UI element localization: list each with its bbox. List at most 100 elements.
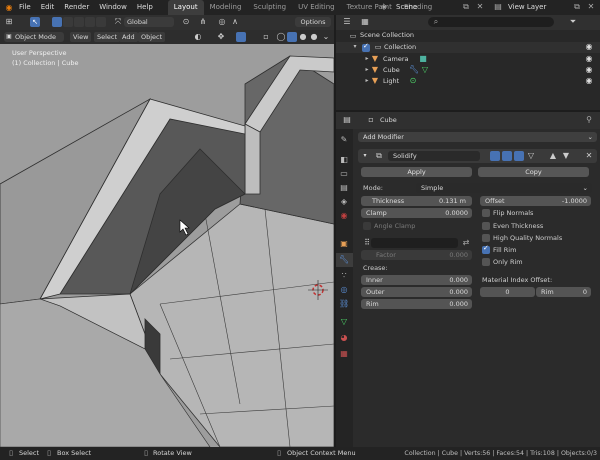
select-mode-subtract-icon[interactable] xyxy=(74,17,84,27)
tab-uv-editing[interactable]: UV Editing xyxy=(292,0,341,15)
menu-render[interactable]: Render xyxy=(59,0,94,15)
menu-help[interactable]: Help xyxy=(132,0,158,15)
menu-file[interactable]: File xyxy=(14,0,36,15)
tab-render-icon[interactable]: ◧ xyxy=(339,155,349,165)
viewport-menu-select[interactable]: Select xyxy=(94,32,121,42)
viewport-menu-view[interactable]: View xyxy=(70,32,92,42)
new-scene-icon[interactable]: ⧉ xyxy=(461,2,471,12)
collection-label[interactable]: Collection xyxy=(384,42,416,53)
tab-physics-icon[interactable]: ◎ xyxy=(339,285,349,295)
only-rim-checkbox[interactable] xyxy=(482,258,490,266)
collection-expand-icon[interactable]: ▾ xyxy=(350,42,360,52)
tab-sculpting[interactable]: Sculpting xyxy=(247,0,292,15)
collapse-icon[interactable]: ▾ xyxy=(360,151,370,161)
move-down-icon[interactable]: ▼ xyxy=(561,151,571,161)
apply-button[interactable]: Apply xyxy=(361,167,472,177)
light-visibility-icon[interactable]: ◉ xyxy=(584,76,594,86)
shading-material-icon[interactable]: ● xyxy=(298,32,308,42)
menu-window[interactable]: Window xyxy=(94,0,132,15)
xray-icon[interactable]: ▫ xyxy=(261,32,271,42)
flip-normals-checkbox[interactable] xyxy=(482,209,490,217)
inner-crease-field[interactable]: Inner 0.000 xyxy=(361,275,472,285)
select-mode-intersect-icon[interactable] xyxy=(96,17,106,27)
falloff-icon[interactable]: ∧ xyxy=(230,17,240,27)
factor-field[interactable]: Factor 0.000 xyxy=(361,250,472,260)
outer-crease-field[interactable]: Outer 0.000 xyxy=(361,287,472,297)
tab-texture-paint[interactable]: Texture Paint xyxy=(341,0,398,15)
tab-mesh-data-icon[interactable]: ▽ xyxy=(339,317,349,327)
fill-rim-checkbox[interactable] xyxy=(482,244,490,254)
select-mode-invert-icon[interactable] xyxy=(85,17,95,27)
mode-dropdown[interactable]: ▣ Object Mode xyxy=(4,32,64,42)
close-icon[interactable]: ✕ xyxy=(584,151,594,161)
collection-checkbox[interactable] xyxy=(362,42,370,52)
scene-icon[interactable]: ◈ xyxy=(379,2,389,12)
tab-layout[interactable]: Layout xyxy=(167,0,204,15)
outliner-item-light[interactable]: Light xyxy=(383,76,399,87)
angle-clamp-checkbox[interactable] xyxy=(363,222,371,230)
tab-particles-icon[interactable]: ∵ xyxy=(339,271,349,281)
even-thickness-checkbox[interactable] xyxy=(482,222,490,230)
tab-view-layer-icon[interactable]: ▤ xyxy=(339,183,349,193)
vertex-group-field[interactable] xyxy=(371,238,458,248)
snap-icon[interactable]: ⋔ xyxy=(198,17,208,27)
rim-crease-field[interactable]: Rim 0.000 xyxy=(361,299,472,309)
properties-editor-icon[interactable]: ▤ xyxy=(342,115,352,125)
overlays-icon[interactable] xyxy=(236,32,246,42)
outliner-item-cube[interactable]: Cube xyxy=(383,65,400,76)
material-rim-field[interactable]: Rim 0 xyxy=(536,287,591,297)
collection-visibility-icon[interactable]: ◉ xyxy=(584,42,594,52)
display-mode-icon[interactable]: ▦ xyxy=(360,17,370,27)
thickness-field[interactable]: Thickness 0.131 m xyxy=(361,196,472,206)
delete-view-layer-icon[interactable]: ✕ xyxy=(586,2,596,12)
scene-collection-label[interactable]: Scene Collection xyxy=(360,30,414,41)
shading-options-icon[interactable]: ⌄ xyxy=(321,32,331,42)
viewport-menu-object[interactable]: Object xyxy=(138,32,166,42)
show-in-render-icon[interactable] xyxy=(514,151,524,161)
delete-scene-icon[interactable]: ✕ xyxy=(475,2,485,12)
pin-icon[interactable]: ⚲ xyxy=(584,115,594,125)
move-up-icon[interactable]: ▲ xyxy=(548,151,558,161)
tab-output-icon[interactable]: ▭ xyxy=(339,169,349,179)
camera-visibility-icon[interactable]: ◉ xyxy=(584,54,594,64)
add-modifier-dropdown[interactable]: Add Modifier ⌄ xyxy=(358,132,597,142)
tab-world-icon[interactable]: ◉ xyxy=(339,211,349,221)
high-quality-normals-checkbox[interactable] xyxy=(482,234,490,242)
shading-rendered-icon[interactable]: ● xyxy=(309,32,319,42)
view-layer-icon[interactable]: ▤ xyxy=(493,2,503,12)
pivot-icon[interactable]: ⊙ xyxy=(181,17,191,27)
view-object-types-icon[interactable]: ◐ xyxy=(193,32,203,42)
3d-viewport[interactable]: User Perspective (1) Collection | Cube xyxy=(0,44,334,447)
select-mode-extend-icon[interactable] xyxy=(63,17,73,27)
outliner-search[interactable] xyxy=(428,17,554,27)
select-mode-new-icon[interactable] xyxy=(52,17,62,27)
cube-visibility-icon[interactable]: ◉ xyxy=(584,65,594,75)
blender-logo-icon[interactable]: ◉ xyxy=(4,3,14,13)
menu-edit[interactable]: Edit xyxy=(36,0,60,15)
orientation-dropdown[interactable]: Global xyxy=(124,17,174,27)
offset-field[interactable]: Offset -1.0000 xyxy=(480,196,591,206)
mode-dropdown[interactable]: Simple ⌄ xyxy=(416,183,592,193)
proportional-editing-icon[interactable]: ◎ xyxy=(217,17,227,27)
scene-name[interactable]: Scene xyxy=(396,0,417,15)
show-in-editmode-icon[interactable] xyxy=(490,151,500,161)
shading-solid-icon[interactable] xyxy=(287,32,297,42)
options-dropdown[interactable]: Options xyxy=(295,17,331,27)
outliner-item-camera[interactable]: Camera xyxy=(383,54,409,65)
outliner-editor-icon[interactable]: ☰ xyxy=(342,17,352,27)
view-layer-name[interactable]: View Layer xyxy=(508,0,546,15)
show-gizmo-icon[interactable]: ✥ xyxy=(216,32,226,42)
tab-texture-icon[interactable]: ▦ xyxy=(339,349,349,359)
tab-scene-icon[interactable]: ◈ xyxy=(339,197,349,207)
viewport-menu-add[interactable]: Add xyxy=(119,32,138,42)
invert-vertex-group-icon[interactable]: ⇄ xyxy=(461,238,471,248)
tab-tool-icon[interactable]: ✎ xyxy=(339,135,349,145)
tab-constraints-icon[interactable]: ⛓ xyxy=(339,299,349,309)
copy-button[interactable]: Copy xyxy=(478,167,589,177)
editor-type-icon[interactable]: ⊞ xyxy=(4,17,14,27)
show-in-viewport-icon[interactable] xyxy=(502,151,512,161)
on-cage-icon[interactable]: ▽ xyxy=(526,151,536,161)
tab-modeling[interactable]: Modeling xyxy=(204,0,248,15)
new-view-layer-icon[interactable]: ⧉ xyxy=(572,2,582,12)
shading-wireframe-icon[interactable]: ◯ xyxy=(276,32,286,42)
